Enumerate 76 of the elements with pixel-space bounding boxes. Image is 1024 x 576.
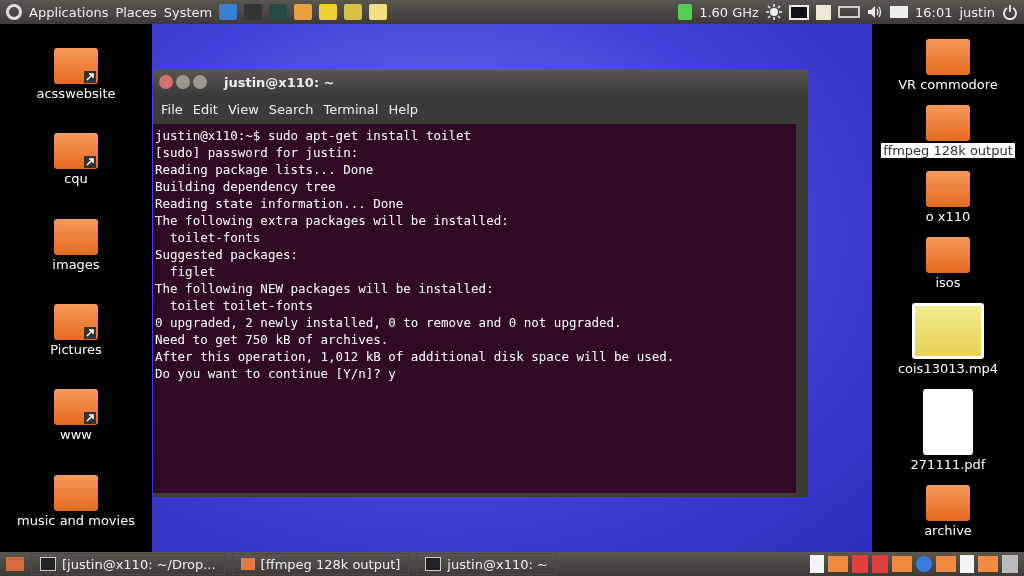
volume-icon[interactable] xyxy=(866,4,883,20)
battery-icon[interactable] xyxy=(837,6,860,18)
terminal-line: Building dependency tree xyxy=(155,178,337,195)
power-icon[interactable] xyxy=(1002,4,1018,20)
folder-icon[interactable] xyxy=(926,170,970,207)
desktop-icon-label[interactable]: VR commodore xyxy=(896,76,1000,92)
desktop-icon-label[interactable]: ffmpeg 128k output xyxy=(881,142,1015,158)
minimize-button[interactable] xyxy=(176,75,190,89)
taskbar-button[interactable]: [ffmpeg 128k output] xyxy=(231,553,410,575)
terminal-line: The following extra packages will be installed: xyxy=(155,212,510,229)
lock-screen-icon[interactable] xyxy=(788,4,809,20)
menu-item[interactable]: Help xyxy=(388,101,419,117)
menu-item[interactable]: View xyxy=(227,101,259,117)
maximize-button[interactable] xyxy=(193,75,207,89)
desktop-icon-label[interactable]: 271111.pdf xyxy=(908,456,988,472)
folder-icon[interactable] xyxy=(54,218,98,255)
cpu-icon xyxy=(678,4,693,20)
desktop-icon-label[interactable]: o x110 xyxy=(923,208,973,224)
terminal-line: 0 upgraded, 2 newly installed, 0 to remove and 0 not upgraded. xyxy=(155,314,623,331)
user-menu[interactable]: justin xyxy=(959,4,995,20)
brightness-icon[interactable] xyxy=(765,4,782,20)
menu-item[interactable]: Terminal xyxy=(323,101,379,117)
desktop-icon-label[interactable]: isos xyxy=(933,274,963,290)
desktop-icon-label[interactable]: music and movies xyxy=(15,512,137,528)
document-thumbnail[interactable] xyxy=(923,388,973,455)
terminal-line: Suggested packages: xyxy=(155,246,299,263)
desktop-icon-label[interactable]: cqu xyxy=(62,171,90,187)
clock[interactable]: 16:01 xyxy=(914,4,953,20)
video-thumbnail[interactable] xyxy=(912,302,984,359)
terminal-icon xyxy=(40,557,56,571)
panel-menu[interactable]: Places xyxy=(115,4,157,20)
folder-icon[interactable] xyxy=(54,48,98,85)
panel-menu[interactable]: System xyxy=(163,4,213,20)
menu-item[interactable]: Search xyxy=(268,101,314,117)
menu-item[interactable]: Edit xyxy=(192,101,218,117)
terminal-line: Reading package lists... Done xyxy=(155,161,375,178)
cpu-frequency: 1.60 GHz xyxy=(699,4,759,20)
folder-icon[interactable] xyxy=(926,236,970,273)
desktop-icon-label[interactable]: www xyxy=(58,427,94,443)
folder-icon[interactable] xyxy=(54,389,98,426)
terminal-line: figlet xyxy=(169,263,217,280)
taskbar-button[interactable]: justin@x110: ~ xyxy=(416,553,557,575)
window-title: justin@x110: ~ xyxy=(224,74,335,90)
launcher-icon[interactable] xyxy=(369,4,388,20)
desktop-icon-label[interactable]: images xyxy=(50,256,102,272)
terminal-line: [sudo] password for justin: xyxy=(155,144,360,161)
mail-icon[interactable] xyxy=(889,6,908,18)
ubuntu-logo-icon[interactable] xyxy=(6,4,22,20)
terminal-line: Reading state information... Done xyxy=(155,195,405,212)
folder-icon[interactable] xyxy=(54,133,98,170)
terminal-line: toilet-fonts xyxy=(169,229,262,246)
terminal-line: Need to get 750 kB of archives. xyxy=(155,331,390,348)
taskbar-button[interactable]: [justin@x110: ~/Drop... xyxy=(31,553,225,575)
desktop-icon-label[interactable]: Pictures xyxy=(48,342,104,358)
desktop-icon-label[interactable]: archive xyxy=(922,522,974,538)
launcher-icon[interactable] xyxy=(319,4,338,20)
terminal-line: toilet toilet-fonts xyxy=(169,297,315,314)
desktop-icon-label[interactable]: cois13013.mp4 xyxy=(895,360,1001,376)
panel-menu[interactable]: Applications xyxy=(29,4,109,20)
terminal-line: After this operation, 1,012 kB of additional disk space will be used. xyxy=(155,348,676,365)
launcher-icon[interactable] xyxy=(344,4,363,20)
close-button[interactable] xyxy=(159,75,173,89)
desktop-icon-label[interactable]: acsswebsite xyxy=(34,86,118,102)
folder-icon[interactable] xyxy=(926,38,970,75)
terminal-line: Do you want to continue [Y/n]? y xyxy=(155,365,397,382)
folder-icon[interactable] xyxy=(926,104,970,141)
menu-item[interactable]: File xyxy=(161,101,183,117)
folder-icon[interactable] xyxy=(926,484,970,521)
terminal-icon xyxy=(425,557,442,571)
terminal-line: The following NEW packages will be installed: xyxy=(155,280,495,297)
folder-icon[interactable] xyxy=(54,304,98,341)
folder-icon xyxy=(240,558,255,570)
launcher-icon[interactable] xyxy=(294,4,313,20)
terminal-line: justin@x110:~$ sudo apt-get install toilet xyxy=(155,127,473,144)
globe-icon[interactable] xyxy=(916,556,932,572)
folder-icon[interactable] xyxy=(54,474,98,511)
